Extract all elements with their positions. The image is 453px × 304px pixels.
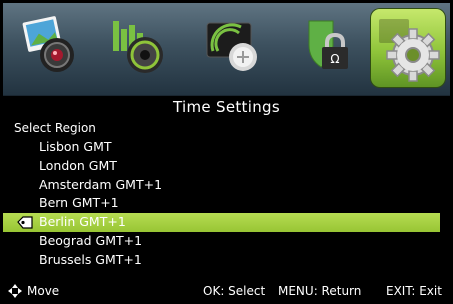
region-label: Beograd GMT+1 bbox=[39, 232, 143, 248]
menu-icon-bar: Ω bbox=[3, 3, 450, 96]
region-label: Berlin GMT+1 bbox=[39, 214, 126, 230]
region-label: Lisbon GMT bbox=[39, 139, 112, 154]
region-item[interactable]: Brussels GMT+1 bbox=[3, 251, 450, 270]
sound-icon[interactable] bbox=[107, 15, 169, 77]
region-item[interactable]: Bern GMT+1 bbox=[3, 194, 450, 213]
region-label: Bern GMT+1 bbox=[39, 195, 119, 211]
help-select: OK: Select bbox=[203, 284, 266, 298]
svg-text:Ω: Ω bbox=[330, 52, 339, 66]
region-item[interactable]: Amsterdam GMT+1 bbox=[3, 176, 450, 195]
region-label: Amsterdam GMT+1 bbox=[39, 176, 163, 192]
channel-icon[interactable] bbox=[203, 15, 265, 77]
lock-icon[interactable]: Ω bbox=[295, 15, 357, 77]
help-move: Move bbox=[27, 284, 60, 298]
region-item[interactable]: Lisbon GMT bbox=[3, 138, 450, 157]
time-settings-panel: Time Settings Select Region Lisbon GMT Lo… bbox=[3, 96, 450, 301]
region-label: Brussels GMT+1 bbox=[39, 251, 142, 267]
region-list: Lisbon GMT London GMT Amsterdam GMT+1 Bern … bbox=[3, 138, 450, 270]
move-arrows-icon bbox=[8, 284, 22, 298]
help-return: MENU: Return bbox=[278, 284, 362, 298]
region-item[interactable]: Beograd GMT+1 bbox=[3, 232, 450, 251]
help-exit: EXIT: Exit bbox=[386, 284, 442, 298]
help-bar: Move OK: Select MENU: Return EXIT: Exit bbox=[3, 282, 450, 300]
settings-icon[interactable] bbox=[371, 9, 445, 87]
section-label: Select Region bbox=[14, 121, 96, 135]
selection-tag-icon bbox=[17, 216, 33, 229]
picture-icon[interactable] bbox=[19, 15, 81, 77]
region-item[interactable]: London GMT bbox=[3, 157, 450, 176]
region-item-selected[interactable]: Berlin GMT+1 bbox=[3, 213, 440, 232]
region-label: London GMT bbox=[39, 157, 117, 173]
page-title: Time Settings bbox=[173, 98, 280, 116]
